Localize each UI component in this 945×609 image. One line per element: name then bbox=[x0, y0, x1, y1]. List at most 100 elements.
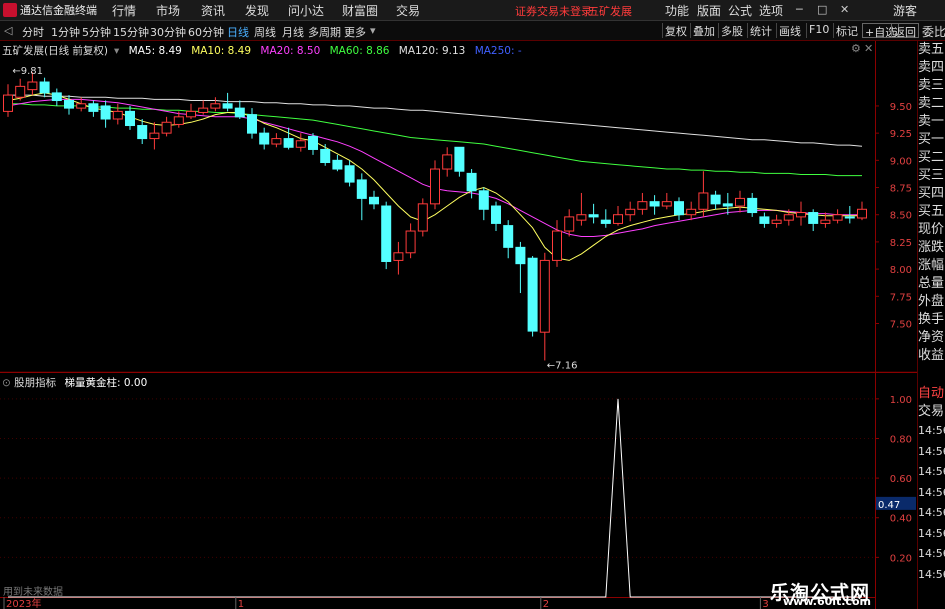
ma120-line bbox=[8, 94, 863, 147]
candle-body bbox=[64, 100, 74, 109]
candle-body bbox=[344, 165, 355, 183]
app-logo-icon bbox=[3, 3, 17, 17]
more-dropdown-icon[interactable]: ▾ bbox=[370, 24, 376, 37]
menu-wenxiaoda[interactable]: 问小达 bbox=[288, 2, 324, 19]
candle-body bbox=[625, 208, 636, 216]
candle-up bbox=[637, 192, 648, 215]
candle-down bbox=[759, 212, 770, 228]
tab-weekly[interactable]: 周线 bbox=[254, 24, 276, 40]
f10-button[interactable]: F10 bbox=[806, 23, 831, 38]
maximize-icon[interactable]: □ bbox=[817, 3, 827, 16]
tab-multi-period[interactable]: 多周期 bbox=[308, 24, 341, 40]
tab-more[interactable]: 更多 bbox=[344, 24, 366, 40]
candle-body bbox=[576, 214, 587, 221]
price-tick-label: 9.50 bbox=[890, 102, 912, 113]
candle-body bbox=[564, 216, 575, 232]
candle-body bbox=[247, 114, 257, 134]
diejia-button[interactable]: 叠加 bbox=[690, 23, 717, 38]
candle-body bbox=[637, 201, 648, 210]
candle-body bbox=[198, 107, 209, 113]
candle-down bbox=[808, 209, 819, 232]
candle-down bbox=[222, 92, 233, 112]
fuquan-button[interactable]: 复权 bbox=[662, 23, 689, 38]
candle-down bbox=[356, 173, 367, 221]
trade-time: 14:56 bbox=[918, 485, 945, 499]
candle-body bbox=[686, 208, 697, 216]
tab-15min[interactable]: 15分钟 bbox=[113, 24, 149, 40]
price-tick-label: 9.00 bbox=[890, 156, 912, 167]
candle-body bbox=[173, 116, 184, 125]
candle-down bbox=[722, 192, 733, 215]
candle-down bbox=[674, 197, 684, 221]
login-status[interactable]: 证券交易未登录 bbox=[515, 3, 592, 19]
candle-up bbox=[405, 223, 416, 259]
candle-body bbox=[271, 138, 282, 145]
price-tick-label: 7.50 bbox=[890, 319, 912, 330]
candle-up bbox=[735, 190, 745, 213]
candle-body bbox=[430, 168, 440, 205]
quote-field-label: 涨跌 bbox=[918, 240, 945, 255]
candle-body bbox=[710, 194, 721, 205]
candle-up bbox=[820, 212, 831, 228]
menu-hangqing[interactable]: 行情 bbox=[112, 2, 136, 19]
menu-gongshi[interactable]: 公式 bbox=[728, 2, 752, 19]
fanhui-button[interactable]: 返回 bbox=[891, 23, 919, 39]
candle-body bbox=[3, 94, 13, 112]
toolbar-back-icon[interactable]: ◁ bbox=[4, 24, 12, 37]
tongji-button[interactable]: 统计 bbox=[747, 23, 774, 38]
menu-xuanxiang[interactable]: 选项 bbox=[759, 2, 783, 19]
candle-body bbox=[356, 179, 367, 199]
trade-time: 14:56 bbox=[918, 567, 945, 581]
candle-up bbox=[15, 78, 26, 101]
candle-up bbox=[198, 100, 209, 115]
candle-up bbox=[3, 84, 13, 117]
candle-down bbox=[491, 201, 501, 232]
candle-body bbox=[844, 216, 855, 219]
candle-down bbox=[283, 127, 294, 150]
quote-field-label: 卖四 bbox=[918, 60, 945, 75]
candle-body bbox=[478, 190, 489, 210]
close-icon[interactable]: ✕ bbox=[840, 3, 849, 16]
menu-zixun[interactable]: 资讯 bbox=[201, 2, 225, 19]
tab-1min[interactable]: 1分钟 bbox=[51, 24, 80, 40]
duogu-button[interactable]: 多股 bbox=[718, 23, 745, 38]
candle-body bbox=[796, 212, 806, 218]
quote-field-label: 总量 bbox=[918, 276, 945, 291]
tab-30min[interactable]: 30分钟 bbox=[150, 24, 186, 40]
candle-body bbox=[442, 154, 453, 170]
candle-body bbox=[295, 140, 306, 148]
candle-body bbox=[259, 132, 270, 145]
candle-body bbox=[466, 172, 477, 192]
tab-daily[interactable]: 日线 bbox=[227, 24, 249, 40]
tab-60min[interactable]: 60分钟 bbox=[188, 24, 224, 40]
candle-body bbox=[51, 92, 62, 102]
tab-5min[interactable]: 5分钟 bbox=[82, 24, 111, 40]
menu-faxian[interactable]: 发现 bbox=[245, 2, 269, 19]
quote-field-label: 外盘 bbox=[918, 294, 945, 309]
date-tick-label: 1 bbox=[238, 599, 244, 609]
candle-body bbox=[88, 103, 99, 112]
candle-up bbox=[796, 201, 806, 226]
auto-trade-toggle[interactable]: 自动 bbox=[918, 385, 945, 403]
candle-up bbox=[564, 209, 575, 237]
minimize-icon[interactable]: ─ bbox=[796, 3, 803, 16]
candle-down bbox=[600, 209, 611, 228]
menu-banmian[interactable]: 版面 bbox=[697, 2, 721, 19]
menu-gongneng[interactable]: 功能 bbox=[665, 2, 689, 19]
candle-body bbox=[698, 192, 709, 210]
biaoji-button[interactable]: 标记 bbox=[833, 23, 860, 38]
candle-down bbox=[247, 108, 257, 139]
user-guest[interactable]: 游客 bbox=[893, 2, 917, 19]
price-tick-label: 8.50 bbox=[890, 211, 912, 222]
date-tick-label: 2023年 bbox=[6, 597, 41, 609]
price-tick-label: 7.75 bbox=[890, 292, 912, 303]
candlestick-chart[interactable]: 9.50 9.25 9.00 8.75 8.50 8.25 8.00 7.75 7.50 ←9.… bbox=[0, 41, 917, 373]
menu-jiaoyi[interactable]: 交易 bbox=[396, 2, 420, 19]
candle-body bbox=[808, 212, 819, 224]
candle-body bbox=[137, 125, 148, 140]
tab-monthly[interactable]: 月线 bbox=[282, 24, 304, 40]
tab-fenshi[interactable]: 分时 bbox=[22, 24, 44, 40]
menu-shichang[interactable]: 市场 bbox=[156, 2, 180, 19]
huaxian-button[interactable]: 画线 bbox=[776, 23, 803, 38]
menu-caifuquan[interactable]: 财富圈 bbox=[342, 2, 378, 19]
